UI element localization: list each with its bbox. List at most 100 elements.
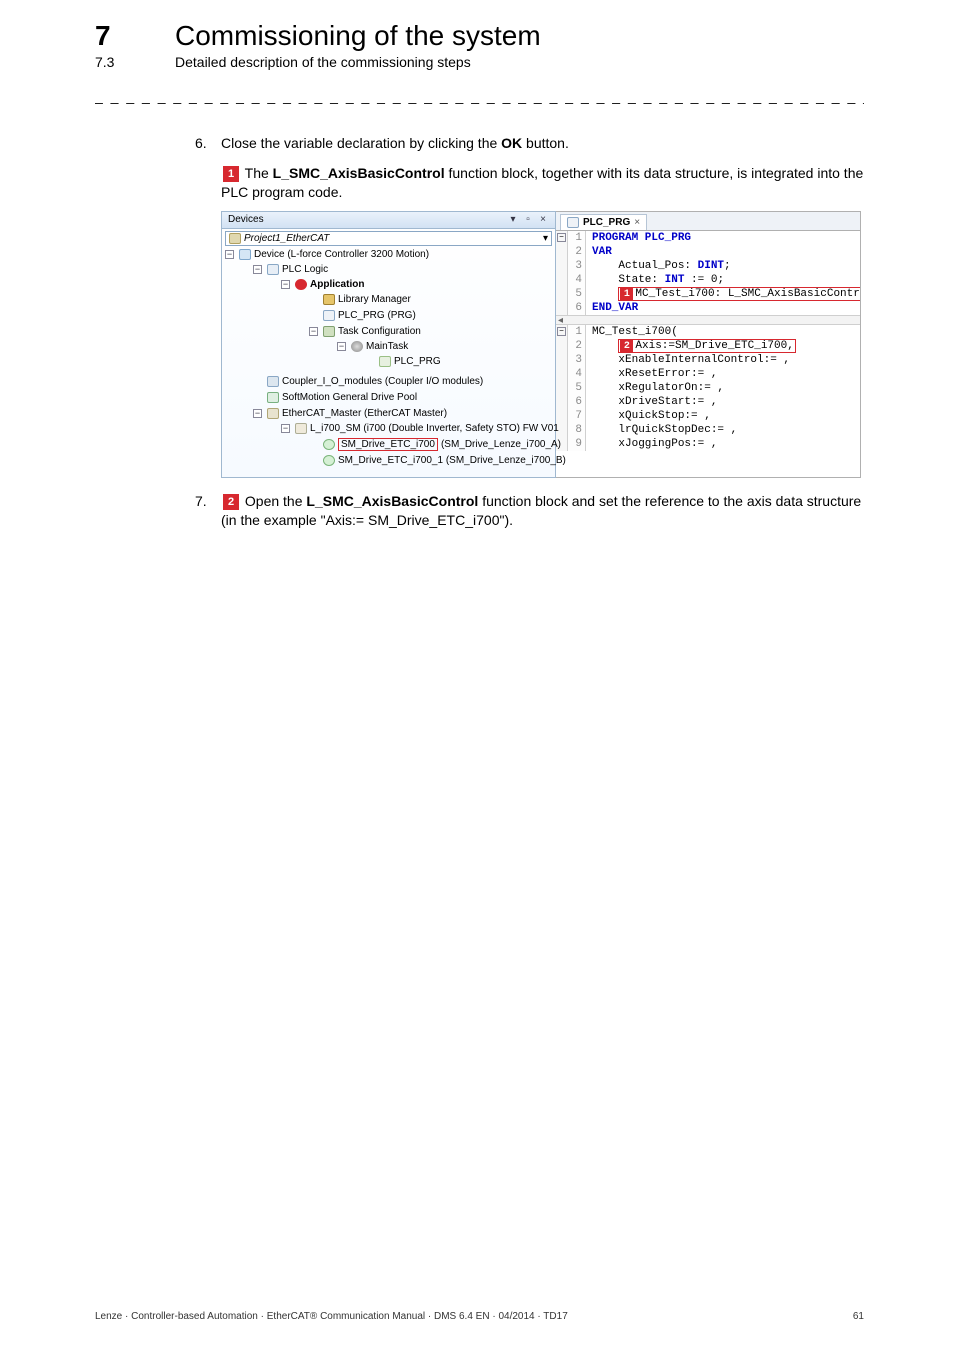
declaration-editor[interactable]: − 123 456 PROGRAM PLC_PRG VAR Actual_Pos… bbox=[556, 231, 860, 315]
panel-close-icon[interactable]: × bbox=[537, 214, 549, 226]
tree-coupler-label: Coupler_I_O_modules (Coupler I/O modules… bbox=[282, 376, 483, 387]
tree-toggle[interactable]: − bbox=[309, 327, 318, 336]
section-title: Detailed description of the commissionin… bbox=[175, 54, 471, 70]
implementation-editor[interactable]: − 123 456 789 MC_Test_i700( 2Axis:=SM_Dr… bbox=[556, 325, 860, 451]
project-icon bbox=[229, 233, 241, 244]
code-l5: MC_Test_i700: L_SMC_AxisBasicControl; bbox=[635, 288, 860, 300]
step-6-text: Close the variable declaration by clicki… bbox=[221, 134, 864, 154]
drive-icon bbox=[323, 439, 335, 450]
tree-taskcfg-label: Task Configuration bbox=[338, 326, 421, 337]
inverter-icon bbox=[295, 423, 307, 434]
tree-toggle[interactable]: − bbox=[253, 409, 262, 418]
impl-highlight: 2Axis:=SM_Drive_ETC_i700, bbox=[618, 339, 795, 353]
editor-tab-label: PLC_PRG bbox=[583, 217, 630, 228]
step-6-note-fb: L_SMC_AxisBasicControl bbox=[273, 165, 445, 181]
impl-l4: xResetError:= , bbox=[618, 368, 717, 380]
tree-device-label: Device (L-force Controller 3200 Motion) bbox=[254, 249, 429, 260]
taskcall-icon bbox=[379, 356, 391, 367]
editor-panel: PLC_PRG × − 123 456 PROGRAM PLC_PRG VAR bbox=[556, 211, 861, 478]
impl-l1: MC_Test_i700( bbox=[592, 326, 678, 338]
tree-drive-a-rest: (SM_Drive_Lenze_i700_A) bbox=[441, 439, 561, 450]
step-7-a: Open the bbox=[245, 493, 307, 509]
tree-toggle[interactable]: − bbox=[281, 424, 290, 433]
tree-library[interactable]: Library Manager bbox=[323, 294, 411, 305]
code-l3: Actual_Pos: DINT; bbox=[618, 260, 730, 272]
callout-1-icon: 1 bbox=[620, 288, 633, 301]
tree-plcprg-label: PLC_PRG (PRG) bbox=[338, 310, 416, 321]
tree-li700[interactable]: L_i700_SM (i700 (Double Inverter, Safety… bbox=[295, 423, 559, 434]
library-icon bbox=[323, 294, 335, 305]
tree-toggle[interactable]: − bbox=[225, 250, 234, 259]
impl-l2: Axis:=SM_Drive_ETC_i700, bbox=[635, 340, 793, 352]
project-name: Project1_EtherCAT bbox=[244, 233, 329, 244]
ok-label: OK bbox=[501, 135, 522, 151]
impl-l7: xQuickStop:= , bbox=[618, 410, 710, 422]
project-selector[interactable]: Project1_EtherCAT ▾ bbox=[225, 231, 552, 246]
step-7-number: 7. bbox=[195, 492, 221, 531]
ethercat-icon bbox=[267, 408, 279, 419]
device-icon bbox=[239, 249, 251, 260]
tree-taskcall[interactable]: PLC_PRG bbox=[379, 356, 441, 367]
page-number: 61 bbox=[853, 1311, 864, 1322]
tree-drive-a-label: SM_Drive_ETC_i700 bbox=[338, 438, 438, 451]
tree-plclogic-label: PLC Logic bbox=[282, 264, 328, 275]
coupler-icon bbox=[267, 376, 279, 387]
step-6-note-a: The bbox=[245, 165, 273, 181]
tree-ethmaster-label: EtherCAT_Master (EtherCAT Master) bbox=[282, 408, 447, 419]
tree-smpool-label: SoftMotion General Drive Pool bbox=[282, 392, 417, 403]
step-7-text: 2 Open the L_SMC_AxisBasicControl functi… bbox=[221, 492, 864, 531]
tree-coupler[interactable]: Coupler_I_O_modules (Coupler I/O modules… bbox=[267, 376, 483, 387]
tree-drive-b-label: SM_Drive_ETC_i700_1 (SM_Drive_Lenze_i700… bbox=[338, 455, 566, 466]
prg-icon bbox=[567, 217, 579, 228]
tree-maintask-label: MainTask bbox=[366, 341, 408, 352]
devices-panel-title: Devices bbox=[228, 214, 264, 225]
tree-device[interactable]: Device (L-force Controller 3200 Motion) bbox=[239, 249, 429, 260]
prg-icon bbox=[323, 310, 335, 321]
tree-plclogic[interactable]: PLC Logic bbox=[267, 264, 328, 275]
tree-li700-label: L_i700_SM (i700 (Double Inverter, Safety… bbox=[310, 423, 559, 434]
scroll-left-icon[interactable]: ◂ bbox=[558, 315, 563, 326]
panel-pin-icon[interactable]: ▫ bbox=[522, 214, 534, 226]
step-6-note: 1 The L_SMC_AxisBasicControl function bl… bbox=[195, 164, 864, 203]
impl-l9: xJoggingPos:= , bbox=[618, 438, 717, 450]
gear-icon bbox=[351, 341, 363, 352]
device-tree: − Device (L-force Controller 3200 Motion… bbox=[225, 248, 552, 473]
divider: _ _ _ _ _ _ _ _ _ _ _ _ _ _ _ _ _ _ _ _ … bbox=[95, 88, 864, 104]
splitter[interactable]: ◂ bbox=[556, 315, 860, 325]
tree-toggle[interactable]: − bbox=[281, 280, 290, 289]
step-6-text-a: Close the variable declaration by clicki… bbox=[221, 135, 501, 151]
footer-left: Lenze · Controller-based Automation · Et… bbox=[95, 1311, 568, 1322]
callout-2-icon: 2 bbox=[223, 494, 239, 510]
pool-icon bbox=[267, 392, 279, 403]
fold-icon[interactable]: − bbox=[557, 233, 566, 242]
tree-plcprg[interactable]: PLC_PRG (PRG) bbox=[323, 310, 416, 321]
impl-l5: xRegulatorOn:= , bbox=[618, 382, 724, 394]
tree-application-label: Application bbox=[310, 279, 364, 290]
tree-toggle[interactable]: − bbox=[253, 265, 262, 274]
impl-l8: lrQuickStopDec:= , bbox=[618, 424, 737, 436]
step-6-number: 6. bbox=[195, 134, 221, 154]
editor-tab[interactable]: PLC_PRG × bbox=[560, 214, 647, 230]
application-icon bbox=[295, 279, 307, 290]
fold-icon[interactable]: − bbox=[557, 327, 566, 336]
tree-drive-a[interactable]: SM_Drive_ETC_i700 (SM_Drive_Lenze_i700_A… bbox=[323, 438, 561, 451]
tab-close-icon[interactable]: × bbox=[634, 217, 640, 228]
tree-drive-b[interactable]: SM_Drive_ETC_i700_1 (SM_Drive_Lenze_i700… bbox=[323, 455, 566, 466]
tree-maintask[interactable]: MainTask bbox=[351, 341, 408, 352]
tree-taskcfg[interactable]: Task Configuration bbox=[323, 326, 421, 337]
tree-toggle[interactable]: − bbox=[337, 342, 346, 351]
dropdown-icon: ▾ bbox=[543, 233, 548, 244]
step-6-text-b: button. bbox=[522, 135, 569, 151]
panel-menu-icon[interactable]: ▾ bbox=[507, 214, 519, 226]
impl-l6: xDriveStart:= , bbox=[618, 396, 717, 408]
tree-smpool[interactable]: SoftMotion General Drive Pool bbox=[267, 392, 417, 403]
tree-library-label: Library Manager bbox=[338, 294, 411, 305]
section-number: 7.3 bbox=[95, 54, 175, 70]
step-7-fb: L_SMC_AxisBasicControl bbox=[306, 493, 478, 509]
taskcfg-icon bbox=[323, 326, 335, 337]
tree-ethmaster[interactable]: EtherCAT_Master (EtherCAT Master) bbox=[267, 408, 447, 419]
code-l2: VAR bbox=[592, 246, 612, 258]
chapter-title: Commissioning of the system bbox=[175, 20, 541, 52]
impl-l3: xEnableInternalControl:= , bbox=[618, 354, 790, 366]
tree-application[interactable]: Application bbox=[295, 279, 364, 290]
